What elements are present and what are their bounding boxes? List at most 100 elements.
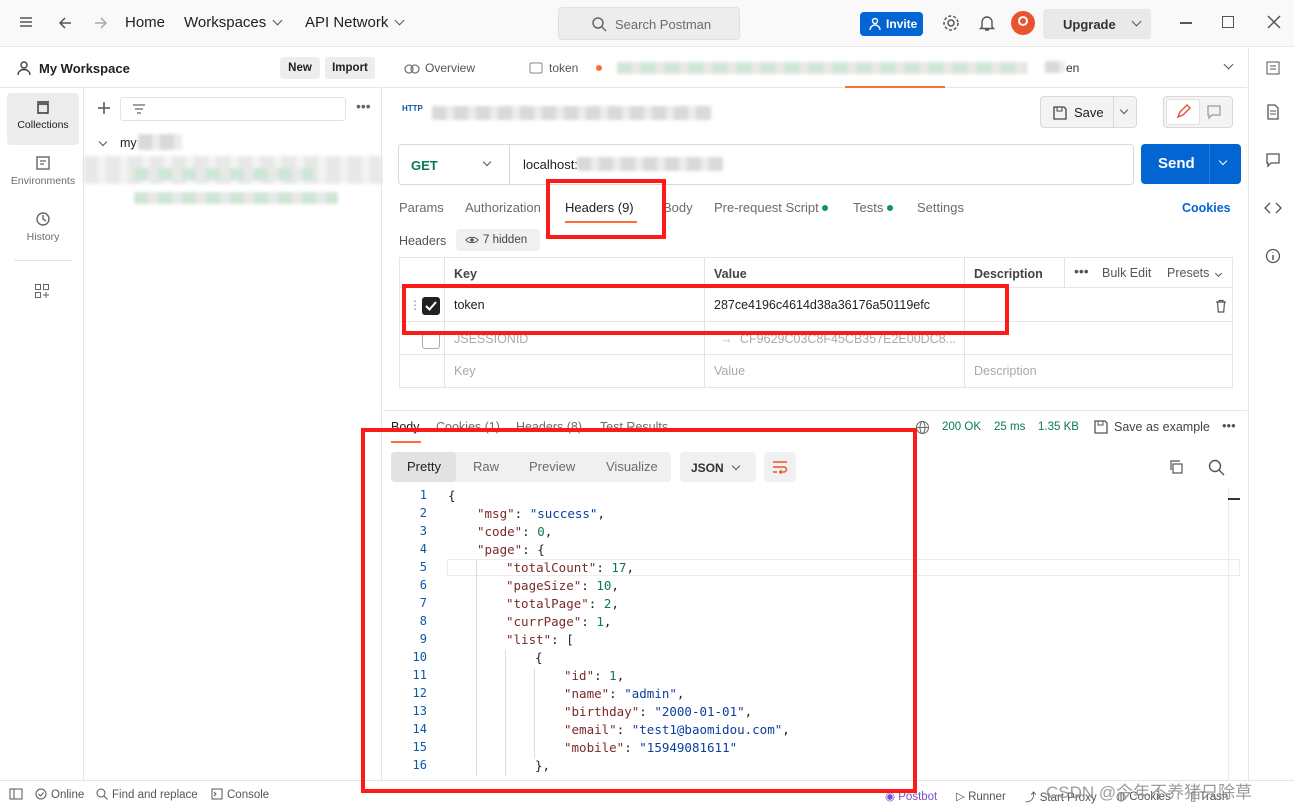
environment-select-icon[interactable] [1265, 60, 1281, 79]
close-icon[interactable] [1266, 14, 1282, 33]
header-value-cell[interactable]: 287ce4196c4614d38a36176a50119efc [714, 298, 930, 312]
edit-pencil-icon[interactable] [1166, 99, 1200, 125]
cookies-link[interactable]: Cookies [1182, 201, 1231, 215]
response-body-viewer[interactable]: 1{2 "msg": "success", 3 "code": 0, 4 "page": … [383, 488, 1243, 780]
forward-arrow-icon[interactable] [92, 14, 110, 35]
header-key-cell[interactable]: JSESSIONID [454, 332, 528, 346]
documentation-icon[interactable] [1265, 104, 1281, 123]
menu-icon[interactable] [18, 14, 34, 33]
redacted-request-item[interactable] [134, 168, 314, 180]
view-raw-button[interactable]: Raw [473, 452, 499, 482]
tab-settings[interactable]: Settings [917, 200, 964, 215]
new-description-input[interactable]: Description [974, 364, 1037, 378]
code-icon[interactable] [1264, 200, 1282, 219]
chevron-down-icon[interactable] [482, 157, 492, 171]
save-button[interactable]: Save [1040, 96, 1137, 128]
chevron-down-icon[interactable] [1119, 105, 1129, 119]
runner-button[interactable]: ▷ Runner [956, 789, 1006, 803]
response-time[interactable]: 25 ms [994, 421, 1025, 433]
send-button[interactable]: Send [1141, 144, 1241, 184]
copy-icon[interactable] [1168, 459, 1184, 478]
tab-tests[interactable]: Tests [853, 200, 883, 215]
bulk-edit-button[interactable]: Bulk Edit [1102, 266, 1151, 280]
new-key-input[interactable]: Key [454, 364, 476, 378]
api-network-menu[interactable]: API Network [305, 14, 405, 31]
tab-response-headers[interactable]: Headers (8) [516, 420, 582, 434]
search-icon[interactable] [1208, 459, 1225, 479]
sidebar-item-environments[interactable]: Environments [7, 149, 79, 201]
chevron-down-icon[interactable] [1223, 59, 1234, 74]
tab-label[interactable]: en [1066, 61, 1079, 75]
status-dot-icon [887, 205, 893, 211]
drag-handle-icon[interactable]: ⋮ [409, 298, 421, 312]
response-size[interactable]: 1.35 KB [1038, 421, 1079, 433]
chevron-down-icon[interactable] [1218, 156, 1228, 170]
more-options-icon[interactable]: ••• [1074, 263, 1089, 279]
hidden-headers-toggle[interactable]: 7 hidden [456, 229, 540, 251]
find-replace-button[interactable]: Find and replace [112, 789, 198, 801]
home-link[interactable]: Home [125, 14, 165, 31]
status-code[interactable]: 200 OK [942, 421, 981, 433]
add-collection-icon[interactable] [96, 100, 112, 119]
sidebar-item-history[interactable]: History [7, 205, 79, 257]
presets-dropdown[interactable]: Presets [1167, 266, 1209, 280]
postbot-button[interactable]: ◉ Postbot [885, 789, 937, 803]
view-visualize-button[interactable]: Visualize [606, 452, 658, 482]
header-enabled-checkbox[interactable] [422, 297, 440, 315]
search-input[interactable]: Search Postman [558, 7, 740, 40]
wrap-lines-button[interactable] [764, 452, 796, 482]
redacted-tabs[interactable] [617, 62, 1027, 74]
comment-icon[interactable] [1206, 104, 1222, 123]
minimize-icon[interactable] [1180, 22, 1192, 24]
tab-response-cookies[interactable]: Cookies (1) [436, 420, 500, 434]
format-select[interactable]: JSON [680, 452, 756, 482]
header-enabled-checkbox[interactable] [422, 331, 440, 349]
notification-bell-icon[interactable] [978, 14, 996, 35]
scrollbar-thumb[interactable] [1228, 498, 1240, 500]
indent-guide [476, 578, 477, 596]
more-options-icon[interactable]: ••• [356, 98, 371, 114]
settings-gear-icon[interactable] [942, 14, 960, 35]
tab-token[interactable]: token [549, 61, 578, 75]
invite-button[interactable]: Invite [860, 12, 923, 36]
view-pretty-button[interactable]: Pretty [407, 452, 441, 482]
new-button[interactable]: New [280, 57, 320, 79]
header-key-cell[interactable]: token [454, 298, 485, 312]
filter-input[interactable] [120, 97, 346, 121]
tab-response-body[interactable]: Body [391, 420, 420, 434]
comments-icon[interactable] [1265, 152, 1281, 171]
view-preview-button[interactable]: Preview [529, 452, 575, 482]
tab-headers[interactable]: Headers (9) [565, 200, 634, 215]
delete-trash-icon[interactable] [1214, 299, 1228, 316]
method-select[interactable]: GET [411, 158, 438, 173]
toggle-sidebar-icon[interactable] [9, 788, 23, 803]
avatar[interactable] [1011, 11, 1035, 35]
redacted-request-item[interactable] [134, 192, 338, 204]
tab-pre-request-script[interactable]: Pre-request Script [714, 200, 819, 215]
upgrade-button[interactable]: Upgrade [1043, 9, 1151, 39]
maximize-icon[interactable] [1222, 16, 1234, 28]
tab-authorization[interactable]: Authorization [465, 200, 541, 215]
console-button[interactable]: Console [227, 789, 269, 801]
tab-body[interactable]: Body [663, 200, 693, 215]
sidebar-item-collections[interactable]: Collections [7, 93, 79, 145]
chevron-down-icon[interactable] [1131, 16, 1142, 31]
save-as-example-button[interactable]: Save as example [1114, 420, 1210, 434]
tab-overview[interactable]: Overview [425, 61, 475, 75]
info-icon[interactable] [1265, 248, 1281, 267]
configure-sidebar-icon[interactable] [34, 283, 50, 302]
workspaces-menu[interactable]: Workspaces [184, 14, 283, 31]
online-status[interactable]: Online [51, 789, 84, 801]
header-value-cell[interactable]: CF9629C03C8F45CB357E2E00DC8... [740, 332, 956, 346]
tab-params[interactable]: Params [399, 200, 444, 215]
collection-name[interactable]: my [120, 136, 137, 150]
chevron-down-icon[interactable] [98, 137, 108, 151]
import-button[interactable]: Import [325, 57, 375, 79]
more-options-icon[interactable]: ••• [1222, 418, 1236, 433]
globe-icon[interactable] [915, 420, 930, 438]
scrollbar-track[interactable] [1228, 488, 1229, 780]
tab-test-results[interactable]: Test Results [600, 420, 668, 434]
url-input[interactable]: localhost: [523, 157, 578, 172]
new-value-input[interactable]: Value [714, 364, 745, 378]
back-arrow-icon[interactable] [56, 14, 74, 35]
